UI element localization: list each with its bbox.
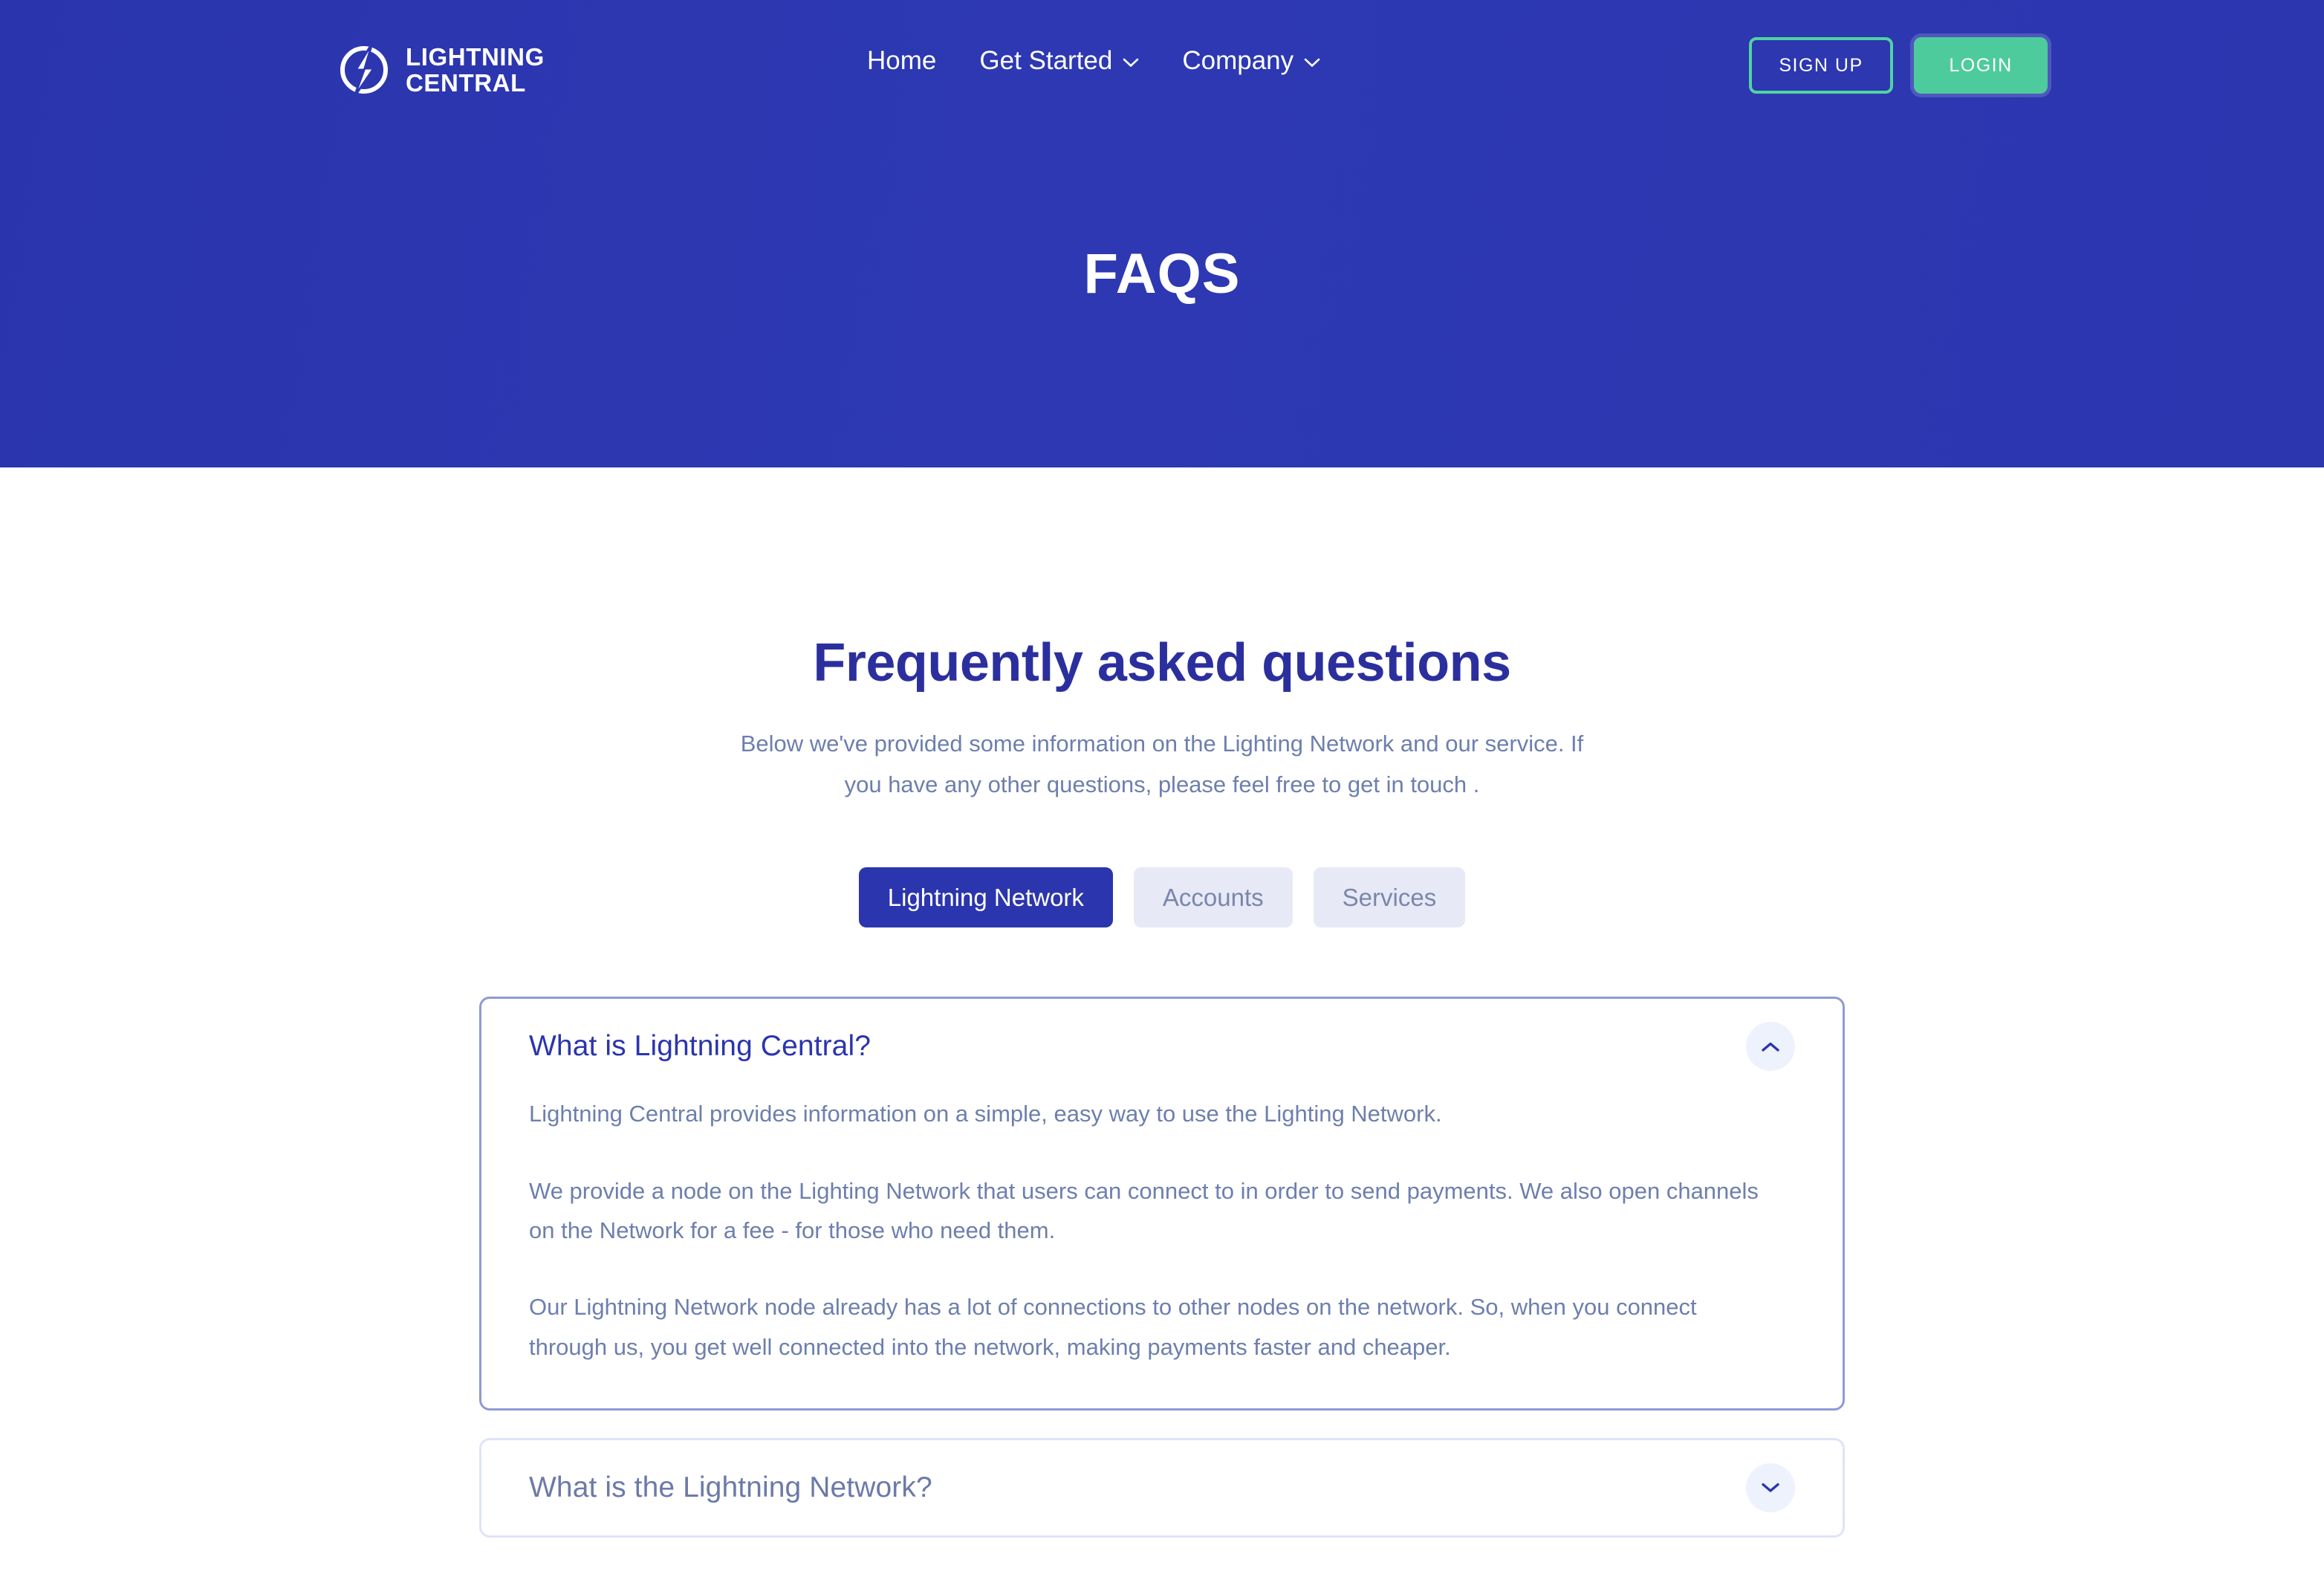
tab-accounts[interactable]: Accounts (1133, 867, 1293, 928)
top-navigation-bar: LIGHTNING CENTRAL Home Get Started Compa… (0, 0, 2324, 135)
nav-item-get-started[interactable]: Get Started (979, 48, 1139, 74)
nav-item-label: Company (1182, 46, 1294, 75)
nav-links: Home Get Started Company (867, 48, 1320, 74)
login-button[interactable]: LOGIN (1914, 37, 2048, 94)
faq-question-row[interactable]: What is the Lightning Network? (529, 1440, 1795, 1535)
faq-collapse-button[interactable] (1746, 1022, 1795, 1072)
faq-question: What is Lightning Central? (529, 1030, 872, 1063)
nav-item-label: Home (867, 46, 937, 75)
faq-answer-paragraph: Our Lightning Network node already has a… (529, 1294, 1697, 1360)
tab-services[interactable]: Services (1313, 867, 1466, 928)
brand-logo[interactable]: LIGHTNING CENTRAL (336, 42, 545, 98)
page-title: FAQS (1083, 242, 1241, 305)
section-heading: Frequently asked questions (813, 633, 1511, 693)
nav-item-label: Get Started (979, 46, 1113, 75)
hero-banner: LIGHTNING CENTRAL Home Get Started Compa… (0, 0, 2324, 467)
main-content: Frequently asked questions Below we've p… (0, 632, 2324, 1538)
faq-question: What is the Lightning Network? (529, 1471, 932, 1503)
brand-name: LIGHTNING CENTRAL (406, 42, 545, 97)
faq-expand-button[interactable] (1746, 1463, 1795, 1512)
faq-accordion: What is Lightning Central? Lightning Cen… (479, 997, 1845, 1538)
nav-item-home[interactable]: Home (867, 48, 936, 74)
faq-question-row[interactable]: What is Lightning Central? (529, 999, 1795, 1094)
faq-answer: Lightning Central provides information o… (529, 1094, 1795, 1408)
chevron-down-icon (1762, 1483, 1779, 1493)
chevron-up-icon (1762, 1042, 1779, 1052)
faq-item: What is Lightning Central? Lightning Cen… (479, 997, 1845, 1411)
tab-lightning-network[interactable]: Lightning Network (858, 867, 1113, 928)
lightning-bolt-circle-icon (340, 42, 388, 97)
nav-item-company[interactable]: Company (1182, 48, 1320, 74)
section-subtitle: Below we've provided some information on… (740, 731, 1584, 798)
auth-buttons: SIGN UP LOGIN (1749, 37, 2048, 94)
faq-answer-paragraph: We provide a node on the Lighting Networ… (529, 1177, 1759, 1243)
chevron-down-icon (1123, 58, 1139, 67)
faq-item: What is the Lightning Network? (479, 1437, 1845, 1538)
sign-up-button[interactable]: SIGN UP (1749, 37, 1893, 94)
chevron-down-icon (1304, 58, 1320, 67)
faq-answer-paragraph: Lightning Central provides information o… (529, 1101, 1442, 1127)
faq-category-tabs: Lightning Network Accounts Services (0, 867, 2324, 928)
